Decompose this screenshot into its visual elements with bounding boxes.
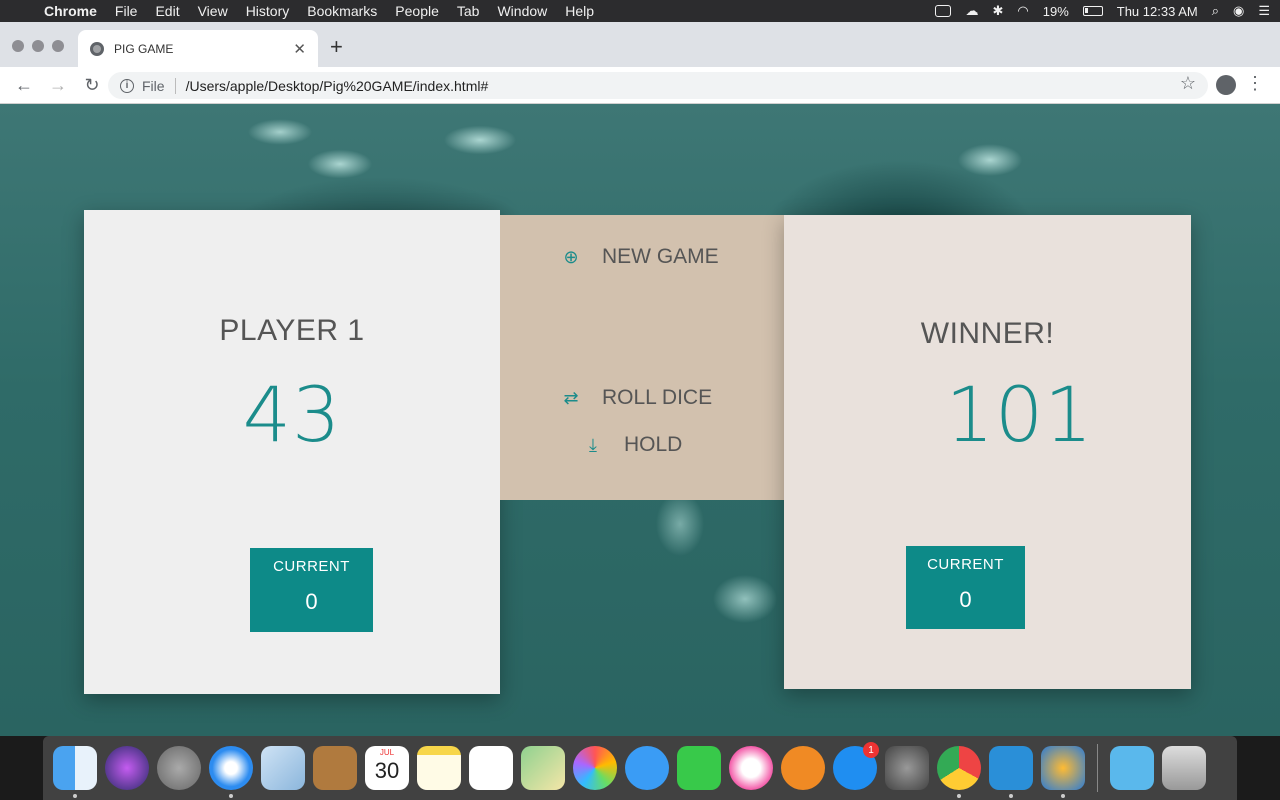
controls-panel: ⊕ NEW GAME ⇄ ROLL DICE ⤓ HOLD [500,215,784,500]
player-1-current-label: CURRENT [273,558,350,575]
menu-bar: Chrome File Edit View History Bookmarks … [0,0,1280,22]
facetime-icon[interactable] [677,746,721,790]
hold-label: HOLD [624,433,683,456]
wunderlist-icon[interactable] [1041,746,1085,798]
forward-button[interactable]: → [48,75,68,96]
messages-icon[interactable] [625,746,669,790]
tab-strip: PIG GAME ✕ + [0,22,1280,67]
itunes-icon[interactable] [729,746,773,790]
chrome-icon[interactable] [937,746,981,798]
player-1-panel: PLAYER 1 43 CURRENT 0 [84,210,500,694]
finder-icon[interactable] [53,746,97,798]
maps-icon[interactable] [521,746,565,790]
back-button[interactable]: ← [14,75,34,96]
reload-button[interactable]: ↻ [82,75,102,96]
menu-file[interactable]: File [115,3,138,19]
launchpad-icon[interactable] [157,746,201,790]
menu-history[interactable]: History [246,3,290,19]
contacts-icon[interactable] [313,746,357,790]
menu-bookmarks[interactable]: Bookmarks [307,3,377,19]
tab-title: PIG GAME [114,41,174,56]
system-preferences-icon[interactable] [885,746,929,790]
safari-icon[interactable] [209,746,253,798]
calendar-day: 30 [374,758,400,783]
plus-circle-icon: ⊕ [563,246,579,267]
globe-icon [90,41,104,56]
dock-separator [1097,744,1098,792]
zoom-window-button[interactable] [52,40,64,52]
wifi-icon[interactable]: ◠ [1017,3,1028,19]
mail-icon[interactable] [261,746,305,790]
app-store-badge: 1 [863,742,879,758]
bluetooth-icon[interactable]: ✱ [992,3,1003,19]
account-avatar-icon[interactable] [1216,75,1236,95]
screen-tool-icon[interactable] [989,746,1033,798]
spotlight-icon[interactable]: ⌕ [1212,3,1219,19]
photos-icon[interactable] [573,746,617,790]
notes-icon[interactable] [417,746,461,790]
player-2-current-box: CURRENT 0 [906,546,1025,629]
player-1-current-value: 0 [305,589,318,614]
roll-dice-label: ROLL DICE [602,386,713,409]
new-game-button[interactable]: ⊕ NEW GAME [562,245,719,269]
download-icon: ⤓ [589,434,597,455]
trash-icon[interactable] [1162,746,1206,790]
window-controls [12,40,64,52]
close-window-button[interactable] [12,40,24,52]
menu-edit[interactable]: Edit [155,3,179,19]
creative-cloud-icon[interactable]: ☁ [965,3,978,19]
menu-tab[interactable]: Tab [457,3,480,19]
new-tab-button[interactable]: + [330,34,343,60]
player-1-score: 43 [242,370,342,459]
clock[interactable]: Thu 12:33 AM [1117,4,1198,19]
browser-toolbar: ← → ↻ i File /Users/apple/Desktop/Pig%20… [0,67,1280,104]
siri-icon[interactable] [105,746,149,790]
app-store-icon[interactable]: 1 [833,742,879,790]
new-game-label: NEW GAME [602,245,719,268]
battery-icon[interactable] [1082,6,1103,16]
player-1-name: PLAYER 1 [219,314,365,347]
page-viewport: PLAYER 1 43 CURRENT 0 ⊕ NEW GAME ⇄ ROLL … [0,104,1280,736]
url-text[interactable]: /Users/apple/Desktop/Pig%20GAME/index.ht… [186,78,489,94]
dock-area: JUL 30 1 [0,736,1280,800]
close-tab-icon[interactable]: ✕ [293,40,306,58]
dock: JUL 30 1 [43,736,1237,800]
calendar-icon[interactable]: JUL 30 [365,746,409,790]
siri-menubar-icon[interactable]: ◉ [1233,3,1244,19]
menu-help[interactable]: Help [565,3,594,19]
player-2-current-value: 0 [959,587,972,612]
calendar-month: JUL [379,748,395,757]
player-2-panel: WINNER! 101 CURRENT 0 [784,215,1191,689]
info-icon[interactable]: i [120,78,134,93]
chrome-menu-icon[interactable]: ⋮ [1246,73,1264,94]
player-2-current-label: CURRENT [927,556,1004,573]
menu-window[interactable]: Window [497,3,547,19]
player-2-score: 101 [945,370,1094,459]
loop-icon: ⇄ [563,387,579,408]
reminders-icon[interactable] [469,746,513,790]
hold-button[interactable]: ⤓ HOLD [584,433,682,457]
bookmark-star-icon[interactable]: ☆ [1180,73,1196,94]
player-1-current-box: CURRENT 0 [250,548,373,632]
battery-percent: 19% [1042,3,1069,19]
url-scheme: File [142,77,176,94]
menu-view[interactable]: View [198,3,228,19]
downloads-icon[interactable] [1110,746,1154,790]
player-2-name: WINNER! [920,317,1055,350]
notification-center-icon[interactable]: ☰ [1258,3,1270,19]
roll-dice-button[interactable]: ⇄ ROLL DICE [562,386,712,410]
menu-people[interactable]: People [395,3,439,19]
menu-app-name[interactable]: Chrome [44,3,97,19]
minimize-window-button[interactable] [32,40,44,52]
books-icon[interactable] [781,746,825,790]
status-app-icon[interactable] [935,5,952,17]
address-bar[interactable]: i File /Users/apple/Desktop/Pig%20GAME/i… [108,72,1208,99]
tab-active[interactable]: PIG GAME ✕ [78,30,318,67]
